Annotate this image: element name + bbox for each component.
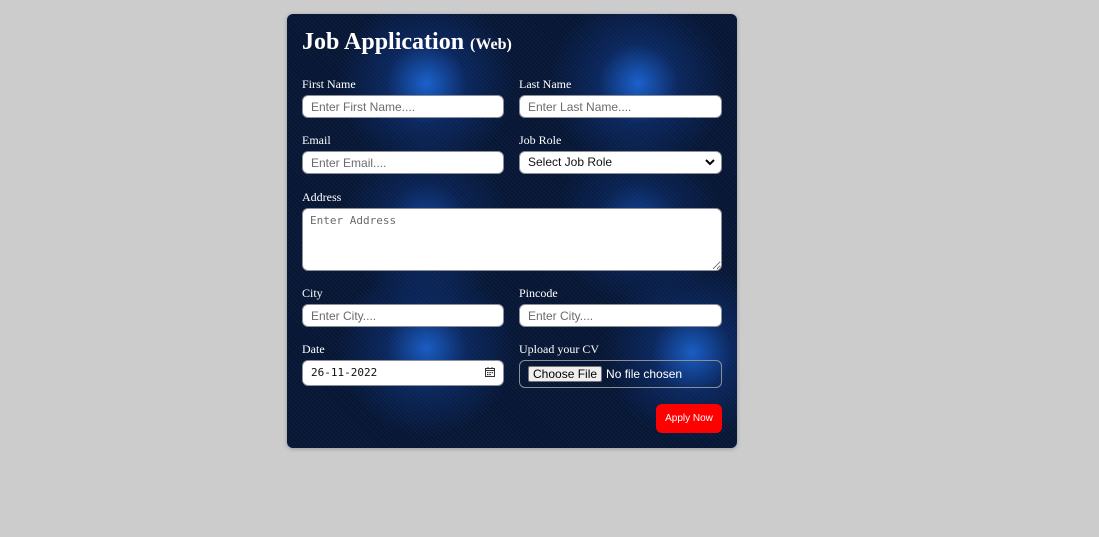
cv-file-input[interactable]: Choose File No file chosen <box>519 360 722 388</box>
job-role-select[interactable]: Select Job Role <box>519 151 722 174</box>
first-name-group: First Name <box>302 77 504 118</box>
file-status-text: No file chosen <box>606 367 683 381</box>
choose-file-button[interactable]: Choose File <box>528 366 603 382</box>
job-role-label: Job Role <box>519 133 562 147</box>
date-input[interactable]: 26-11-2022 <box>302 360 504 386</box>
title-subtitle: (Web) <box>470 36 512 53</box>
address-textarea[interactable] <box>302 208 722 271</box>
email-input[interactable] <box>302 151 504 174</box>
date-group: Date 26-11-2022 <box>302 342 504 386</box>
address-label: Address <box>302 190 342 204</box>
last-name-input[interactable] <box>519 95 722 118</box>
job-role-selected-value: Select Job Role <box>528 155 613 169</box>
first-name-input[interactable] <box>302 95 504 118</box>
chevron-down-icon <box>705 152 715 173</box>
last-name-label: Last Name <box>519 77 572 91</box>
last-name-group: Last Name <box>519 77 722 118</box>
cv-upload-label: Upload your CV <box>519 342 599 356</box>
email-label: Email <box>302 133 331 147</box>
pincode-input[interactable] <box>519 304 722 327</box>
email-group: Email <box>302 133 504 174</box>
date-label: Date <box>302 342 325 356</box>
page-title: Job Application (Web) <box>302 28 512 59</box>
cv-upload-group: Upload your CV Choose File No file chose… <box>519 342 722 388</box>
calendar-icon[interactable] <box>485 367 495 377</box>
city-input[interactable] <box>302 304 504 327</box>
pincode-label: Pincode <box>519 286 558 300</box>
city-group: City <box>302 286 504 327</box>
job-role-group: Job Role Select Job Role <box>519 133 722 174</box>
job-application-card: Job Application (Web) First Name Last Na… <box>287 14 737 448</box>
pincode-group: Pincode <box>519 286 722 327</box>
address-group: Address <box>302 190 722 271</box>
city-label: City <box>302 286 323 300</box>
first-name-label: First Name <box>302 77 356 91</box>
apply-now-button[interactable]: Apply Now <box>656 404 722 433</box>
date-value: 26-11-2022 <box>311 366 378 379</box>
title-main: Job Application <box>302 29 465 55</box>
